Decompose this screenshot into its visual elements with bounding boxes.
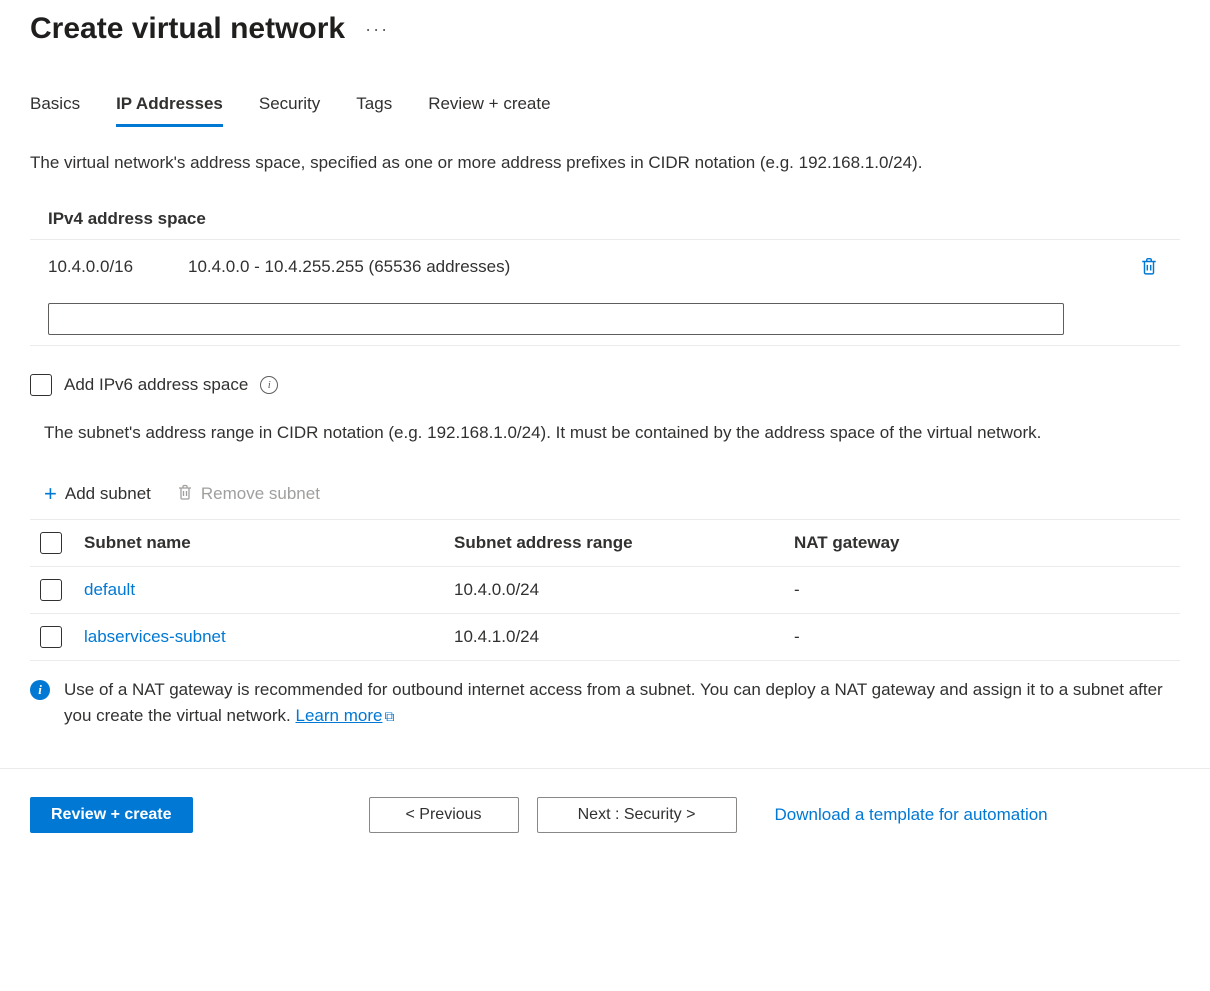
- add-subnet-label: Add subnet: [65, 484, 151, 504]
- subnet-range-cell: 10.4.0.0/24: [454, 580, 794, 600]
- tab-bar: Basics IP Addresses Security Tags Review…: [30, 94, 1180, 127]
- remove-subnet-label: Remove subnet: [201, 484, 320, 504]
- ipv4-heading: IPv4 address space: [30, 199, 1180, 239]
- address-space-row: 10.4.0.0/16 10.4.0.0 - 10.4.255.255 (655…: [30, 240, 1180, 295]
- subnet-table-header: Subnet name Subnet address range NAT gat…: [30, 519, 1180, 567]
- subnet-row: default 10.4.0.0/24 -: [30, 567, 1180, 614]
- download-template-link[interactable]: Download a template for automation: [775, 805, 1048, 825]
- ipv6-checkbox-label: Add IPv6 address space: [64, 375, 248, 395]
- address-space-intro: The virtual network's address space, spe…: [30, 151, 1180, 175]
- subnet-row-checkbox[interactable]: [40, 579, 62, 601]
- subnet-name-link[interactable]: labservices-subnet: [84, 627, 226, 646]
- subnet-table: Subnet name Subnet address range NAT gat…: [30, 519, 1180, 661]
- col-header-range: Subnet address range: [454, 533, 794, 553]
- col-header-name: Subnet name: [84, 533, 454, 553]
- tab-ip-addresses[interactable]: IP Addresses: [116, 94, 223, 127]
- subnet-name-link[interactable]: default: [84, 580, 135, 599]
- subnet-nat-cell: -: [794, 627, 1170, 647]
- callout-text: Use of a NAT gateway is recommended for …: [64, 680, 1163, 725]
- select-all-checkbox[interactable]: [40, 532, 62, 554]
- subnet-row: labservices-subnet 10.4.1.0/24 -: [30, 614, 1180, 661]
- remove-subnet-button: Remove subnet: [177, 483, 320, 506]
- subnet-row-checkbox[interactable]: [40, 626, 62, 648]
- info-icon[interactable]: i: [260, 376, 278, 394]
- tab-review-create[interactable]: Review + create: [428, 94, 550, 127]
- add-subnet-button[interactable]: + Add subnet: [44, 481, 151, 507]
- subnet-range-cell: 10.4.1.0/24: [454, 627, 794, 647]
- ipv6-checkbox[interactable]: [30, 374, 52, 396]
- external-link-icon: ⧉: [384, 708, 394, 724]
- more-actions-icon[interactable]: ···: [365, 19, 389, 40]
- subnet-nat-cell: -: [794, 580, 1170, 600]
- new-address-input[interactable]: [48, 303, 1064, 335]
- tab-basics[interactable]: Basics: [30, 94, 80, 127]
- learn-more-link[interactable]: Learn more: [296, 706, 383, 725]
- page-title: Create virtual network: [30, 12, 345, 46]
- footer-bar: Review + create < Previous Next : Securi…: [0, 768, 1210, 861]
- subnet-intro: The subnet's address range in CIDR notat…: [30, 420, 1180, 446]
- address-space-table: 10.4.0.0/16 10.4.0.0 - 10.4.255.255 (655…: [30, 239, 1180, 346]
- col-header-nat: NAT gateway: [794, 533, 1170, 553]
- tab-security[interactable]: Security: [259, 94, 320, 127]
- nat-info-callout: i Use of a NAT gateway is recommended fo…: [30, 661, 1180, 728]
- address-cidr: 10.4.0.0/16: [48, 257, 158, 277]
- previous-button[interactable]: < Previous: [369, 797, 519, 833]
- plus-icon: +: [44, 481, 57, 507]
- delete-address-button[interactable]: [1136, 252, 1162, 283]
- address-detail: 10.4.0.0 - 10.4.255.255 (65536 addresses…: [188, 257, 1106, 277]
- tab-tags[interactable]: Tags: [356, 94, 392, 127]
- trash-icon: [1140, 264, 1158, 279]
- review-create-button[interactable]: Review + create: [30, 797, 193, 833]
- next-button[interactable]: Next : Security >: [537, 797, 737, 833]
- trash-icon: [177, 483, 193, 506]
- info-badge-icon: i: [30, 680, 50, 700]
